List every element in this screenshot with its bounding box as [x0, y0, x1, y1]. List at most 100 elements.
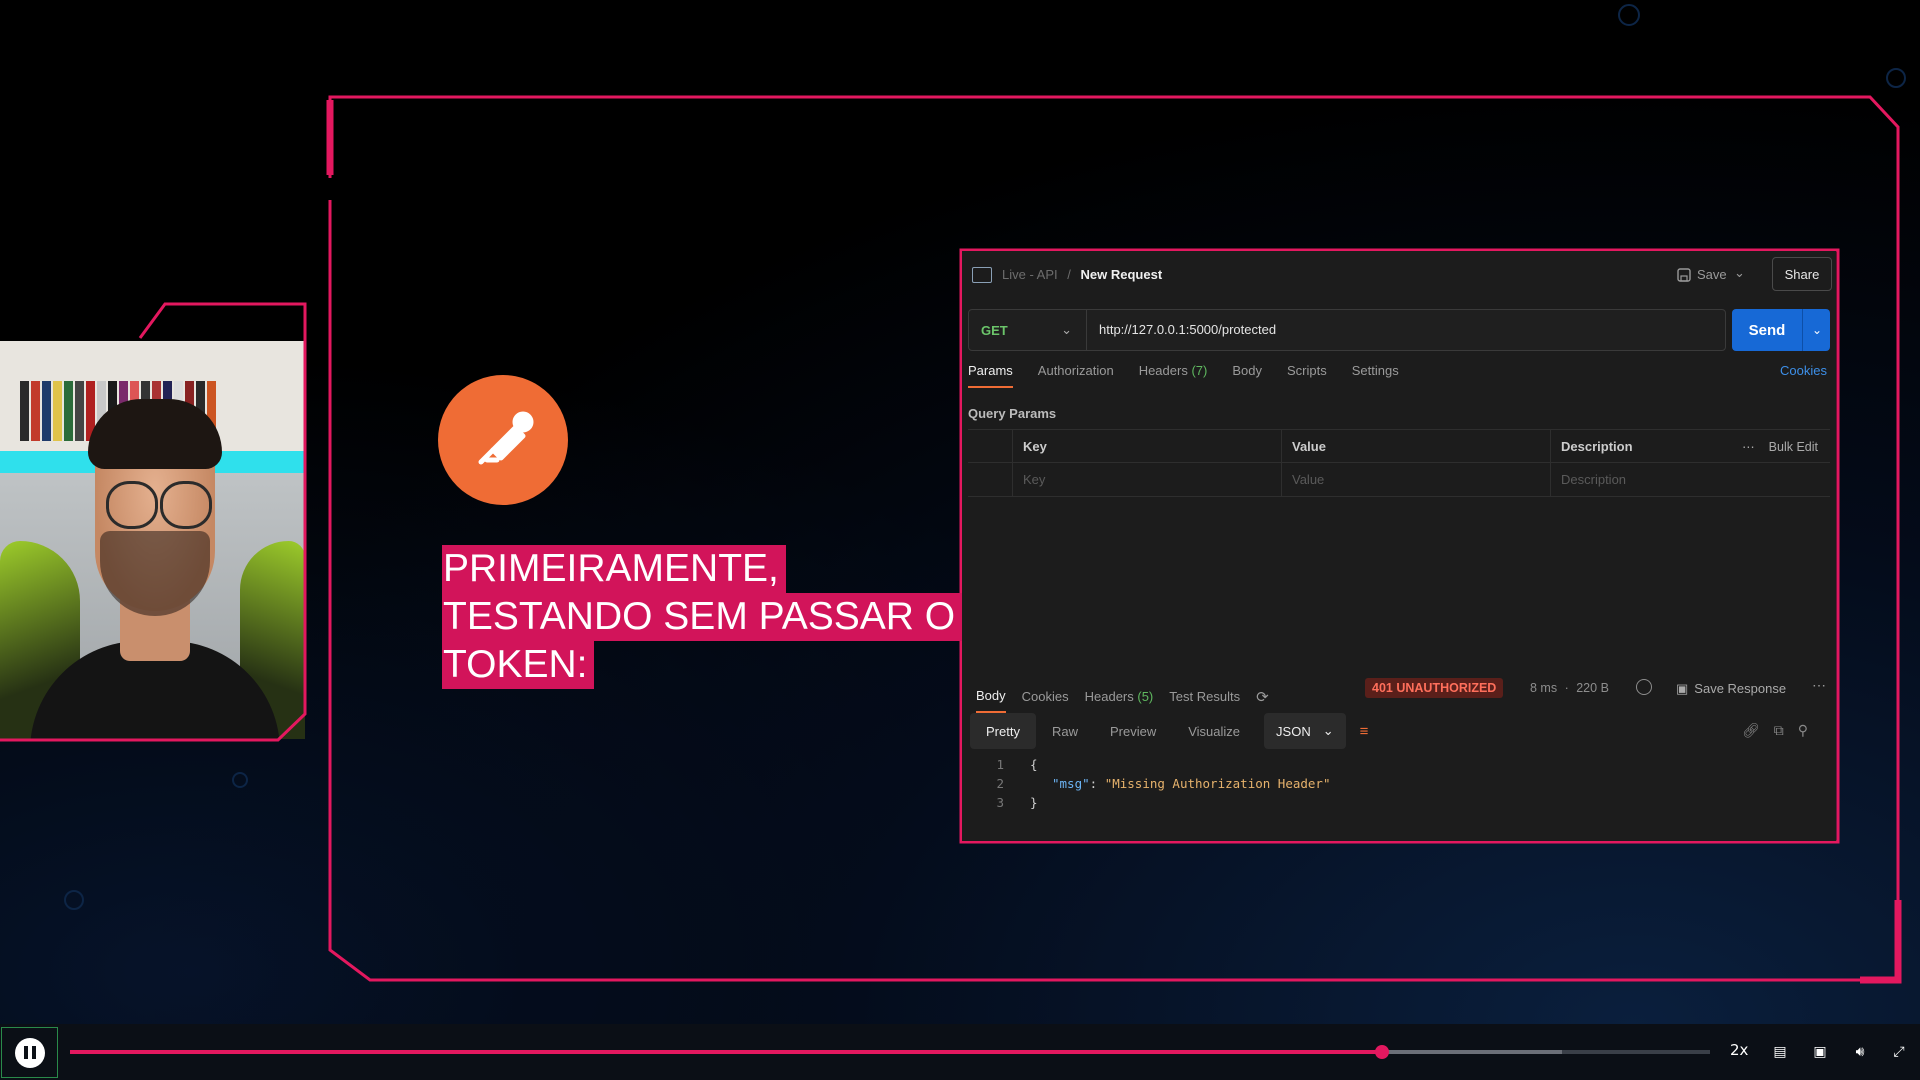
chevron-down-icon: ⌄	[1322, 723, 1334, 738]
line-number: 3	[996, 795, 1004, 810]
view-tab-raw[interactable]: Raw	[1036, 713, 1094, 749]
tab-body[interactable]: Body	[1232, 363, 1262, 388]
picture-in-picture-icon[interactable]: ▣	[1811, 1044, 1829, 1060]
column-header-description: Description ⋯ Bulk Edit	[1550, 430, 1830, 463]
method-label: GET	[981, 322, 1008, 338]
wrap-lines-icon[interactable]: ≡	[1360, 723, 1369, 740]
save-button[interactable]: Save	[1677, 267, 1727, 282]
http-request-icon	[972, 267, 992, 283]
bulk-edit-button[interactable]: ⋯ Bulk Edit	[1742, 439, 1818, 454]
caption: PRIMEIRAMENTE, TESTANDO SEM PASSAR O TOK…	[442, 545, 963, 689]
status-badge[interactable]: 401 UNAUTHORIZED	[1365, 678, 1504, 698]
view-mode-tabs: Pretty Raw Preview Visualize JSON ⌄ ≡	[970, 713, 1368, 749]
request-header: Live - API / New Request Save ⌄ Share	[962, 251, 1836, 299]
tab-authorization[interactable]: Authorization	[1038, 363, 1114, 388]
response-tab-body[interactable]: Body	[976, 688, 1006, 713]
method-select[interactable]: GET ⌄	[969, 310, 1087, 350]
history-icon[interactable]: ⟳	[1256, 688, 1269, 706]
caption-line: TESTANDO SEM PASSAR O	[442, 593, 963, 641]
column-header-key: Key	[1012, 430, 1281, 463]
tab-headers-count: (7)	[1191, 363, 1208, 378]
globe-icon[interactable]	[1636, 679, 1652, 695]
seek-handle[interactable]	[1375, 1045, 1389, 1059]
save-response-icon: ▣	[1676, 681, 1689, 696]
tab-headers[interactable]: Headers (7)	[1139, 363, 1208, 388]
postman-window: Live - API / New Request Save ⌄ Share GE…	[962, 251, 1836, 841]
table-cell	[968, 430, 1012, 463]
pause-button[interactable]	[1, 1027, 58, 1078]
chevron-down-icon: ⌄	[1061, 322, 1072, 337]
table-row: Key Value Description	[968, 463, 1830, 497]
format-label: JSON	[1276, 723, 1311, 739]
format-select[interactable]: JSON ⌄	[1264, 713, 1346, 749]
line-number: 2	[996, 776, 1004, 791]
response-tab-cookies[interactable]: Cookies	[1022, 689, 1069, 704]
description-input[interactable]: Description	[1550, 463, 1830, 496]
params-table: Key Value Description ⋯ Bulk Edit Key Val…	[968, 429, 1830, 497]
code-line: {	[1030, 757, 1038, 772]
save-response-label: Save Response	[1694, 681, 1787, 696]
tab-scripts[interactable]: Scripts	[1287, 363, 1327, 388]
share-button[interactable]: Share	[1772, 257, 1832, 291]
tab-settings[interactable]: Settings	[1352, 363, 1399, 388]
json-key: "msg"	[1052, 776, 1090, 791]
table-header-row: Key Value Description ⋯ Bulk Edit	[968, 429, 1830, 463]
played-progress	[70, 1050, 1382, 1054]
webcam-frame	[0, 302, 307, 742]
send-options-chevron-icon[interactable]: ⌄	[1802, 309, 1831, 351]
tab-headers-label: Headers	[1138, 363, 1188, 378]
link-icon[interactable]: 🔗︎	[1742, 722, 1760, 739]
caption-line: PRIMEIRAMENTE,	[442, 545, 786, 593]
tab-params[interactable]: Params	[968, 363, 1013, 388]
playback-speed-button[interactable]: 2x	[1730, 1041, 1748, 1059]
response-tab-test-results[interactable]: Test Results	[1169, 689, 1240, 704]
send-label: Send	[1748, 321, 1786, 339]
breadcrumb-request[interactable]: New Request	[1081, 267, 1163, 282]
save-response-button[interactable]: ▣ Save Response	[1676, 681, 1786, 697]
volume-icon[interactable]: 🔊︎	[1851, 1044, 1869, 1060]
json-value: "Missing Authorization Header"	[1104, 776, 1331, 791]
response-tab-headers-count: (5)	[1137, 689, 1154, 704]
response-tab-headers[interactable]: Headers (5)	[1085, 689, 1154, 704]
view-tab-pretty[interactable]: Pretty	[970, 713, 1036, 749]
frame-accent	[1860, 900, 1902, 984]
fullscreen-exit-icon[interactable]: ⤢	[1890, 1044, 1908, 1060]
cookies-link[interactable]: Cookies	[1780, 363, 1827, 378]
query-params-title: Query Params	[968, 406, 1057, 421]
table-cell	[968, 463, 1012, 496]
request-tabs: Params Authorization Headers (7) Body Sc…	[968, 363, 1399, 388]
copy-icon[interactable]: ⧉	[1774, 722, 1784, 739]
save-dropdown-chevron-icon[interactable]: ⌄	[1734, 265, 1745, 281]
breadcrumb-separator: /	[1067, 267, 1071, 282]
more-options-icon[interactable]: ⋯	[1812, 677, 1826, 694]
pause-icon	[14, 1037, 45, 1068]
search-icon[interactable]: ⚲	[1798, 722, 1808, 739]
response-tab-headers-label: Headers	[1084, 689, 1134, 704]
response-size[interactable]: 220 B	[1576, 681, 1609, 695]
view-tab-preview[interactable]: Preview	[1094, 713, 1172, 749]
more-icon: ⋯	[1742, 440, 1755, 454]
code-line: "msg": "Missing Authorization Header"	[1052, 774, 1330, 793]
postman-logo-icon	[438, 375, 568, 505]
caption-line: TOKEN:	[442, 641, 595, 689]
code-line: }	[1030, 795, 1038, 810]
save-icon	[1677, 267, 1691, 282]
meta-separator: ·	[1564, 681, 1569, 695]
save-label: Save	[1697, 267, 1727, 282]
subtitles-icon[interactable]: ▤	[1771, 1044, 1789, 1060]
response-tabs: Body Cookies Headers (5) Test Results ⟳	[976, 680, 1269, 713]
url-input[interactable]: http://127.0.0.1:5000/protected	[1099, 322, 1276, 337]
column-header-value: Value	[1281, 430, 1550, 463]
breadcrumb-collection[interactable]: Live - API	[1002, 267, 1058, 282]
json-colon: :	[1089, 776, 1105, 791]
response-meta: 8 ms · 220 B	[1530, 681, 1609, 695]
column-header-description-label: Description	[1561, 439, 1633, 454]
bulk-edit-label: Bulk Edit	[1768, 440, 1818, 454]
response-time[interactable]: 8 ms	[1530, 681, 1557, 695]
key-input[interactable]: Key	[1012, 463, 1281, 496]
url-bar: GET ⌄ http://127.0.0.1:5000/protected	[968, 309, 1726, 351]
send-button[interactable]: Send ⌄	[1732, 309, 1830, 351]
view-tab-visualize[interactable]: Visualize	[1172, 713, 1256, 749]
breadcrumb: Live - API / New Request	[1002, 267, 1162, 282]
value-input[interactable]: Value	[1281, 463, 1550, 496]
